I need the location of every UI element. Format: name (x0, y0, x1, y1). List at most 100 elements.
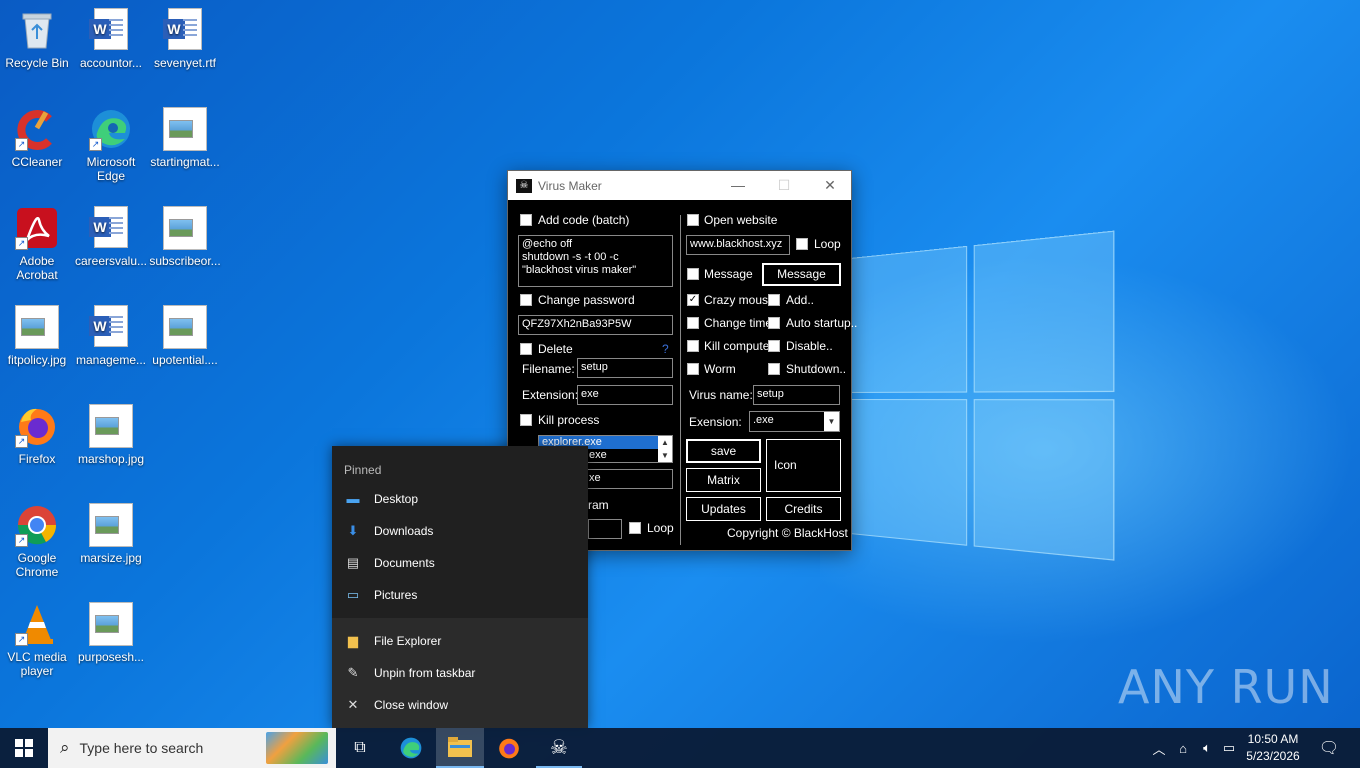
disable-checkbox[interactable] (768, 340, 780, 352)
close-button[interactable]: ✕ (807, 171, 853, 200)
batch-code-textarea[interactable]: @echo off shutdown -s -t 00 -c "blackhos… (518, 235, 673, 287)
firefox-icon (499, 738, 519, 759)
add-code-checkbox[interactable] (520, 214, 532, 226)
tray-network[interactable]: ⌂ (1172, 728, 1194, 768)
desktop-icon-manageme[interactable]: manageme... (74, 305, 148, 367)
chevron-down-icon[interactable]: ▼ (824, 412, 839, 431)
desktop-icon-fitpolicy[interactable]: fitpolicy.jpg (0, 305, 74, 367)
desktop-icon-acrobat[interactable]: ↗ Adobe Acrobat (0, 206, 74, 282)
desktop-icon-label: fitpolicy.jpg (7, 353, 67, 367)
taskbar-virus-maker[interactable]: ☠ (536, 728, 582, 768)
minimize-button[interactable]: — (715, 171, 761, 200)
word-doc-icon (89, 206, 128, 248)
skull-icon: ☠ (516, 178, 532, 193)
desktop-icon-upotential[interactable]: upotential.... (148, 305, 222, 367)
taskbar-jump-list[interactable]: Pinned ▬ Desktop ⬇ Downloads ▤ Documents… (332, 446, 588, 728)
tray-keyboard[interactable]: ▭ (1220, 728, 1238, 768)
jump-action-close-window[interactable]: ✕ Close window (332, 689, 588, 721)
image-file-icon (163, 305, 207, 349)
desktop-icon-chrome[interactable]: ↗ Google Chrome (0, 503, 74, 579)
shutdown-checkbox[interactable] (768, 363, 780, 375)
speaker-icon: 🔈︎ (1203, 740, 1211, 755)
website-loop-checkbox[interactable] (796, 238, 808, 250)
image-file-icon (89, 602, 133, 646)
taskbar-file-explorer[interactable] (436, 728, 484, 768)
desktop-icon-purposesh[interactable]: purposesh... (74, 602, 148, 664)
desktop-icon-marshop[interactable]: marshop.jpg (74, 404, 148, 466)
start-button[interactable] (0, 728, 48, 768)
jump-item-label: Pictures (374, 588, 418, 602)
desktop-icon-label: Firefox (18, 452, 56, 466)
desktop-icon-firefox[interactable]: ↗ Firefox (0, 404, 74, 466)
credits-button[interactable]: Credits (766, 497, 841, 521)
desktop-icon-recycle-bin[interactable]: Recycle Bin (0, 8, 74, 70)
delete-checkbox[interactable] (520, 343, 532, 355)
jump-action-file-explorer[interactable]: ▆ File Explorer (332, 625, 588, 657)
kill-process-checkbox[interactable] (520, 414, 532, 426)
desktop-icon-startingmat[interactable]: startingmat... (148, 107, 222, 169)
desktop-icon-ccleaner[interactable]: ↗ CCleaner (0, 107, 74, 169)
taskbar-edge[interactable] (388, 728, 434, 768)
change-password-checkbox[interactable] (520, 294, 532, 306)
open-website-label: Open website (704, 213, 778, 227)
notifications-button[interactable]: 🗨︎ (1312, 728, 1346, 768)
open-website-checkbox[interactable] (687, 214, 699, 226)
desktop-icon-label: upotential.... (152, 353, 218, 367)
acrobat-icon: ↗ (15, 206, 59, 250)
change-time-checkbox[interactable] (687, 317, 699, 329)
maximize-button[interactable]: ☐ (761, 171, 807, 200)
add-checkbox[interactable] (768, 294, 780, 306)
desktop-icon-edge[interactable]: ↗ Microsoft Edge (74, 107, 148, 183)
website-input[interactable]: www.blackhost.xyz (686, 235, 790, 255)
worm-checkbox[interactable] (687, 363, 699, 375)
extension-select[interactable]: .exe ▼ (749, 411, 840, 432)
updates-button[interactable]: Updates (686, 497, 761, 521)
add-code-label: Add code (batch) (538, 213, 630, 227)
save-button[interactable]: save (686, 439, 761, 463)
title-bar[interactable]: ☠ Virus Maker — ☐ ✕ (508, 171, 851, 200)
jump-item-pictures[interactable]: ▭ Pictures (332, 579, 588, 611)
extension-input[interactable]: exe (577, 385, 673, 405)
message-checkbox[interactable] (687, 268, 699, 280)
desktop-icon-vlc[interactable]: ↗ VLC media player (0, 602, 74, 678)
desktop-icon-label: marshop.jpg (77, 452, 145, 466)
auto-startup-checkbox[interactable] (768, 317, 780, 329)
virus-name-input[interactable]: setup (753, 385, 840, 405)
jump-item-label: Downloads (374, 524, 434, 538)
search-box[interactable]: ⌕ Type here to search (48, 728, 336, 768)
desktop-icon-careersvalu[interactable]: careersvalu... (74, 206, 148, 268)
tray-overflow-chevron[interactable]: ︿ (1148, 728, 1170, 768)
crazy-mouse-checkbox[interactable]: ✓ (687, 294, 699, 306)
task-view-icon: ⧉ (354, 739, 366, 756)
taskbar-clock[interactable]: 10:50 AM 5/23/2026 (1238, 731, 1308, 765)
notification-icon: 🗨︎ (1318, 740, 1340, 757)
desktop-icon-label: careersvalu... (74, 254, 148, 268)
task-view-button[interactable]: ⧉ (340, 728, 380, 768)
desktop-icon-accountor[interactable]: accountor... (74, 8, 148, 70)
filename-input[interactable]: setup (577, 358, 673, 378)
matrix-button[interactable]: Matrix (686, 468, 761, 492)
program-count-input[interactable] (588, 519, 622, 539)
search-placeholder: Type here to search (79, 740, 204, 756)
network-icon: ⌂ (1179, 740, 1187, 756)
desktop-icon-sevenyet[interactable]: sevenyet.rtf (148, 8, 222, 70)
icon-button[interactable]: Icon (766, 439, 841, 492)
worm-label: Worm (704, 362, 736, 376)
run-program-label: ram (588, 498, 609, 512)
desktop-icon-label: subscribeor... (149, 254, 221, 268)
windows-start-icon (15, 739, 33, 757)
desktop-icon-marsize[interactable]: marsize.jpg (74, 503, 148, 565)
kill-computer-checkbox[interactable] (687, 340, 699, 352)
jump-action-unpin[interactable]: ✎ Unpin from taskbar (332, 657, 588, 689)
jump-item-documents[interactable]: ▤ Documents (332, 547, 588, 579)
desktop-icon-subscribeor[interactable]: subscribeor... (148, 206, 222, 268)
loop-left-checkbox[interactable] (629, 522, 641, 534)
password-input[interactable]: QFZ97Xh2nBa93P5W (518, 315, 673, 335)
taskbar-firefox[interactable] (486, 728, 532, 768)
help-link[interactable]: ? (662, 342, 669, 356)
listbox-scrollbar[interactable]: ▲ ▼ (658, 436, 672, 462)
jump-item-desktop[interactable]: ▬ Desktop (332, 483, 588, 515)
tray-volume[interactable]: 🔈︎ (1196, 728, 1218, 768)
message-button[interactable]: Message (762, 263, 841, 286)
jump-item-downloads[interactable]: ⬇ Downloads (332, 515, 588, 547)
